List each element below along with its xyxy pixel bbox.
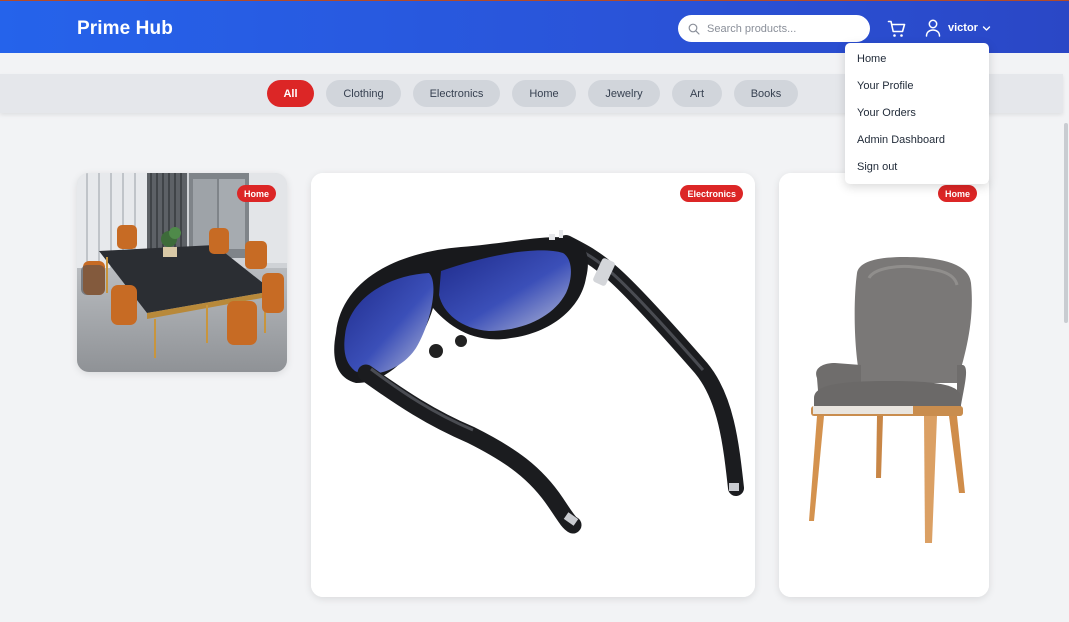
- page-scrollbar[interactable]: [1063, 53, 1069, 622]
- chevron-down-icon: [982, 25, 991, 31]
- category-chip-home[interactable]: Home: [512, 80, 576, 107]
- category-chip-clothing[interactable]: Clothing: [326, 80, 401, 107]
- product-card[interactable]: Home: [77, 173, 287, 372]
- user-icon: [925, 19, 941, 37]
- menu-item-your-orders[interactable]: Your Orders: [857, 107, 916, 119]
- search-input[interactable]: [707, 22, 857, 35]
- category-chip-books[interactable]: Books: [734, 80, 798, 107]
- armchair-image: [779, 173, 989, 597]
- category-chip-jewelry[interactable]: Jewelry: [588, 80, 660, 107]
- menu-item-sign-out[interactable]: Sign out: [857, 161, 897, 173]
- category-badge: Home: [937, 185, 977, 202]
- category-chip-electronics[interactable]: Electronics: [413, 80, 500, 107]
- search-icon: [688, 23, 700, 35]
- product-card[interactable]: Electronics: [311, 173, 755, 597]
- menu-item-admin-dashboard[interactable]: Admin Dashboard: [857, 134, 945, 146]
- category-badge: Electronics: [680, 185, 743, 202]
- menu-item-your-profile[interactable]: Your Profile: [857, 80, 913, 92]
- cart-icon[interactable]: [887, 19, 907, 39]
- product-card[interactable]: Home: [779, 173, 989, 597]
- user-dropdown-menu: Home Your Profile Your Orders Admin Dash…: [845, 43, 989, 184]
- category-badge: Home: [236, 185, 276, 202]
- category-chip-art[interactable]: Art: [672, 80, 722, 107]
- username-label: victor: [948, 22, 978, 34]
- dining-table-image: [77, 173, 287, 372]
- smart-glasses-image: [311, 173, 755, 597]
- brand-logo[interactable]: Prime Hub: [77, 18, 173, 40]
- menu-item-home[interactable]: Home: [857, 53, 886, 65]
- search-box[interactable]: [678, 15, 870, 42]
- scrollbar-thumb[interactable]: [1064, 123, 1068, 323]
- category-chip-all[interactable]: All: [267, 80, 314, 107]
- user-menu-toggle[interactable]: victor: [925, 19, 991, 37]
